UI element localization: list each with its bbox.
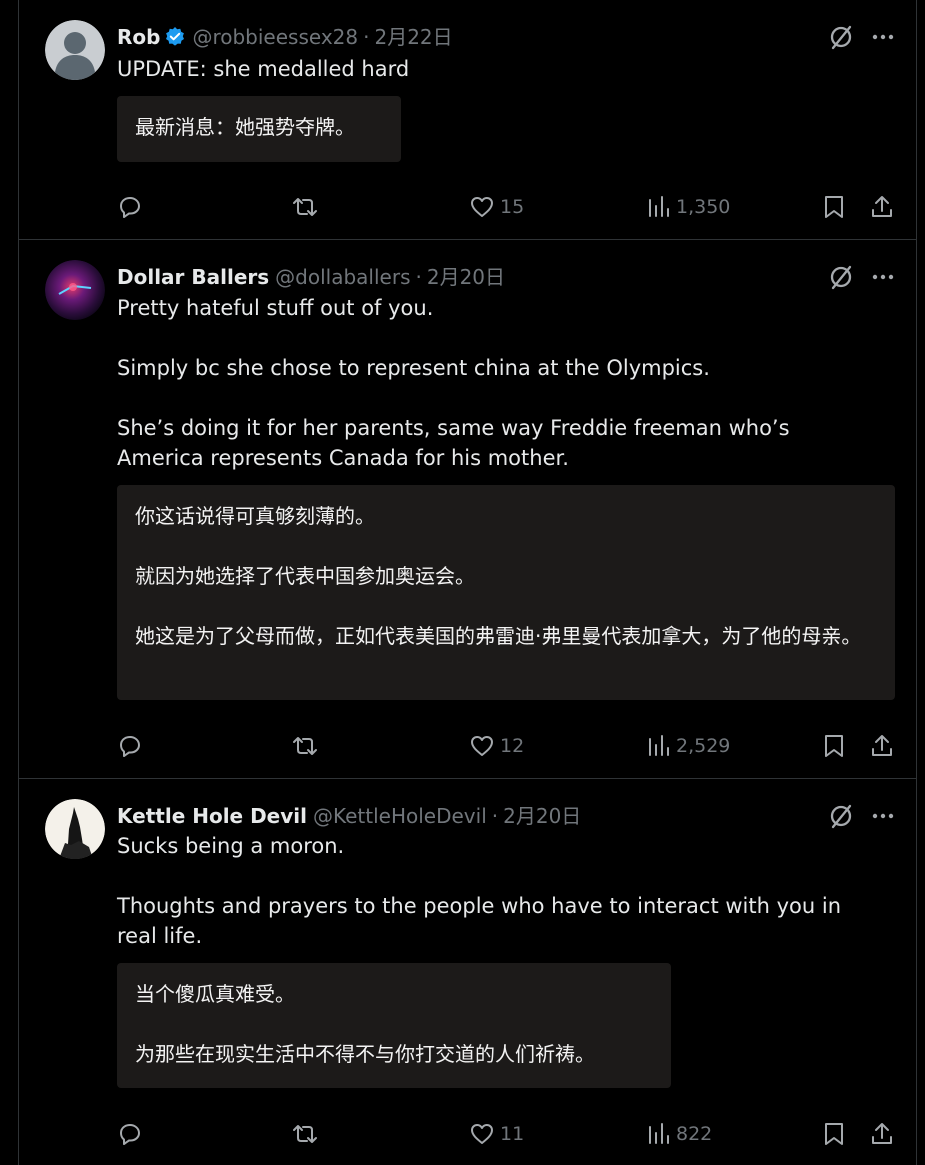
grok-icon[interactable] (828, 803, 854, 829)
like-icon (471, 197, 493, 217)
bookmark-button[interactable] (822, 731, 846, 761)
translation-paragraph: 当个傻瓜真难受。 (135, 982, 295, 1006)
bookmark-icon (825, 196, 843, 218)
tweet-top-icons (828, 803, 894, 829)
separator-dot: · (491, 804, 499, 828)
share-icon (872, 735, 892, 756)
views-button[interactable]: 2,529 (647, 731, 730, 761)
reply-button[interactable] (117, 731, 143, 761)
tweet-date[interactable]: 2月22日 (374, 23, 452, 51)
bookmark-icon (825, 735, 843, 757)
timeline: Rob @robbieessex28 · 2月22日 UPDATE: she m… (18, 0, 917, 1165)
translation-box: 最新消息：她强势夺牌。 (117, 96, 401, 162)
purple-light-avatar-icon (45, 260, 105, 320)
like-button[interactable]: 15 (469, 192, 524, 222)
user-handle[interactable]: @dollaballers (275, 263, 410, 291)
tweet-text: Sucks being a moron. Thoughts and prayer… (117, 831, 877, 951)
tweet-paragraph: Thoughts and prayers to the people who h… (117, 894, 842, 948)
separator-dot: · (363, 25, 370, 49)
retweet-button[interactable] (290, 1119, 320, 1149)
more-icon[interactable] (872, 26, 894, 48)
views-count: 822 (676, 1123, 713, 1145)
tweet-header: Dollar Ballers @dollaballers · 2月20日 (117, 262, 505, 292)
reply-icon (120, 197, 140, 218)
views-icon (649, 735, 669, 756)
share-icon (872, 196, 892, 217)
views-count: 1,350 (676, 196, 731, 218)
translation-paragraph: 为那些在现实生活中不得不与你打交道的人们祈祷。 (135, 1042, 595, 1066)
retweet-button[interactable] (290, 731, 320, 761)
tweet-paragraph: She’s doing it for her parents, same way… (117, 416, 790, 470)
tweet-kettle-hole-devil[interactable]: Kettle Hole Devil @KettleHoleDevil · 2月2… (19, 779, 916, 1165)
like-count: 15 (500, 196, 525, 218)
retweet-icon (293, 1125, 317, 1143)
user-handle[interactable]: @robbieessex28 (192, 23, 358, 51)
views-button[interactable]: 822 (647, 1119, 712, 1149)
tweet-actions: 11 822 (117, 1119, 899, 1149)
translation-paragraph: 她这是为了父母而做，正如代表美国的弗雷迪·弗里曼代表加拿大，为了他的母亲。 (135, 624, 862, 648)
verified-badge-icon (166, 27, 185, 46)
tweet-dollar-ballers[interactable]: Dollar Ballers @dollaballers · 2月20日 Pre… (19, 240, 916, 779)
reply-icon (120, 736, 140, 757)
silhouette-tower-avatar-icon (45, 799, 105, 859)
grok-icon[interactable] (828, 24, 854, 50)
bookmark-icon (825, 1123, 843, 1145)
tweet-paragraph: Pretty hateful stuff out of you. (117, 296, 434, 320)
share-button[interactable] (869, 192, 895, 222)
retweet-button[interactable] (290, 192, 320, 222)
tweet-rob[interactable]: Rob @robbieessex28 · 2月22日 UPDATE: she m… (19, 0, 916, 240)
tweet-header: Kettle Hole Devil @KettleHoleDevil · 2月2… (117, 801, 581, 831)
views-icon (649, 1123, 669, 1144)
views-count: 2,529 (676, 735, 731, 757)
share-button[interactable] (869, 731, 895, 761)
translation-paragraph: 就因为她选择了代表中国参加奥运会。 (135, 564, 475, 588)
retweet-icon (293, 198, 317, 216)
like-button[interactable]: 11 (469, 1119, 524, 1149)
grok-icon[interactable] (828, 264, 854, 290)
tweet-header: Rob @robbieessex28 · 2月22日 (117, 22, 453, 52)
display-name[interactable]: Rob (117, 23, 160, 51)
reply-button[interactable] (117, 192, 143, 222)
avatar[interactable] (45, 20, 105, 80)
like-count: 12 (500, 735, 525, 757)
retweet-icon (293, 737, 317, 755)
tweet-actions: 15 1,350 (117, 192, 899, 222)
like-button[interactable]: 12 (469, 731, 524, 761)
tweet-paragraph: Sucks being a moron. (117, 834, 345, 858)
translation-box: 当个傻瓜真难受。 为那些在现实生活中不得不与你打交道的人们祈祷。 (117, 963, 671, 1088)
more-icon[interactable] (872, 805, 894, 827)
display-name[interactable]: Kettle Hole Devil (117, 802, 307, 830)
bookmark-button[interactable] (822, 1119, 846, 1149)
like-icon (471, 1124, 493, 1144)
reply-icon (120, 1124, 140, 1145)
tweet-paragraph: Simply bc she chose to represent china a… (117, 356, 710, 380)
views-icon (649, 196, 669, 217)
like-icon (471, 736, 493, 756)
tweet-paragraph: UPDATE: she medalled hard (117, 57, 410, 81)
display-name[interactable]: Dollar Ballers (117, 263, 269, 291)
share-icon (872, 1123, 892, 1144)
bookmark-button[interactable] (822, 192, 846, 222)
share-button[interactable] (869, 1119, 895, 1149)
views-button[interactable]: 1,350 (647, 192, 730, 222)
tweet-actions: 12 2,529 (117, 731, 899, 761)
user-handle[interactable]: @KettleHoleDevil (313, 802, 487, 830)
like-count: 11 (500, 1123, 525, 1145)
tweet-top-icons (828, 264, 894, 290)
avatar[interactable] (45, 260, 105, 320)
avatar[interactable] (45, 799, 105, 859)
default-person-avatar-icon (45, 20, 105, 80)
translation-paragraph: 你这话说得可真够刻薄的。 (135, 504, 375, 528)
translation-box: 你这话说得可真够刻薄的。 就因为她选择了代表中国参加奥运会。 她这是为了父母而做… (117, 485, 895, 700)
tweet-date[interactable]: 2月20日 (427, 263, 505, 291)
tweet-top-icons (828, 24, 894, 50)
separator-dot: · (415, 265, 422, 289)
tweet-date[interactable]: 2月20日 (503, 802, 581, 830)
translation-paragraph: 最新消息：她强势夺牌。 (135, 115, 355, 139)
tweet-text: Pretty hateful stuff out of you. Simply … (117, 293, 877, 473)
reply-button[interactable] (117, 1119, 143, 1149)
more-icon[interactable] (872, 266, 894, 288)
tweet-text: UPDATE: she medalled hard (117, 54, 877, 84)
